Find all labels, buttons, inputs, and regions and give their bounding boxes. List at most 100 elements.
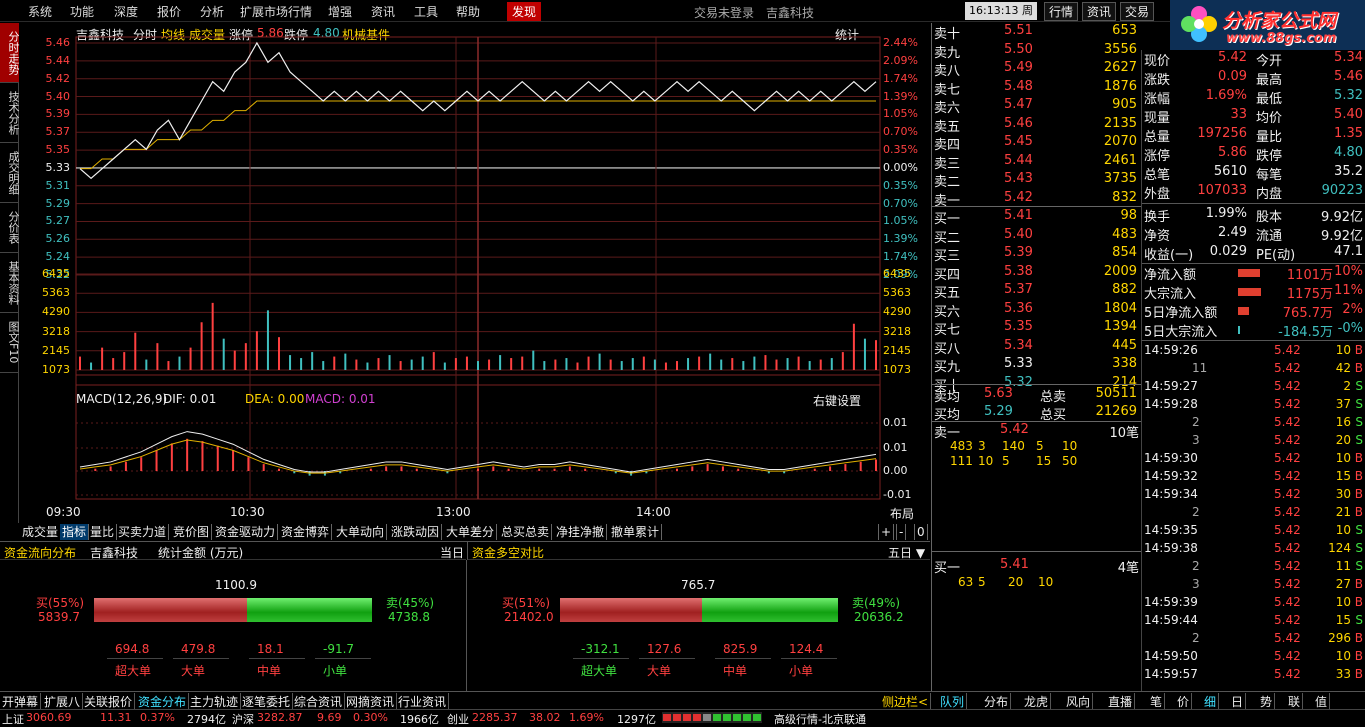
- chart-tab[interactable]: 大单差分: [444, 524, 498, 540]
- bottom-tab[interactable]: 行业资讯: [396, 693, 450, 710]
- menu-analysis[interactable]: 分析: [200, 3, 224, 20]
- bid-price[interactable]: 5.33: [1004, 356, 1033, 371]
- chart-zoom-button[interactable]: +: [878, 524, 895, 540]
- bid-price[interactable]: 5.41: [1004, 208, 1033, 223]
- tab-trade[interactable]: 交易: [1120, 2, 1155, 21]
- menu-quote[interactable]: 报价: [157, 3, 181, 20]
- buy-share-label: 买(51%): [502, 596, 551, 610]
- menu-tools[interactable]: 工具: [414, 3, 438, 20]
- chart-tab[interactable]: 涨跌动因: [389, 524, 443, 540]
- macd-setting[interactable]: 右键设置: [813, 392, 861, 409]
- stat-value: 107033: [1197, 183, 1247, 198]
- chart-tab[interactable]: 量比: [88, 524, 118, 540]
- chart-tab[interactable]: 撤单累计: [609, 524, 663, 540]
- tab-news[interactable]: 资讯: [1082, 2, 1117, 21]
- menu-ext-market[interactable]: 扩展市场行情: [240, 3, 312, 20]
- bid-price[interactable]: 5.40: [1004, 227, 1033, 242]
- chart-tab[interactable]: 大单动向: [334, 524, 388, 540]
- tick-side: B: [1354, 361, 1363, 375]
- nav-technical[interactable]: 技术分析: [0, 83, 20, 143]
- ask-price[interactable]: 5.46: [1004, 116, 1033, 131]
- bid-price[interactable]: 5.34: [1004, 338, 1033, 353]
- tick-list[interactable]: 14:59:26 5.42 10 B 11 5.42 42 B 14:59:27 5.42 2 S 14…: [1141, 340, 1365, 691]
- right-panel-tab[interactable]: 分布: [982, 693, 1012, 710]
- menu-help[interactable]: 帮助: [456, 3, 480, 20]
- nav-f10[interactable]: 图文F10: [0, 313, 20, 373]
- right-panel-tab[interactable]: 队列: [938, 693, 968, 710]
- ask-price[interactable]: 5.48: [1004, 79, 1033, 94]
- right-panel-tab[interactable]: 联: [1286, 693, 1304, 710]
- bottom-tab[interactable]: 开弹幕: [0, 693, 42, 710]
- chart-zoom-button[interactable]: 0: [914, 524, 928, 540]
- bottom-tab[interactable]: 扩展八: [42, 693, 84, 710]
- right-panel-tab[interactable]: 笔: [1148, 693, 1166, 710]
- feed-label: 高级行情-北京联通: [774, 713, 866, 726]
- chart-tab[interactable]: 资金博弈: [279, 524, 333, 540]
- tick-time: 14:59:32: [1144, 469, 1198, 483]
- fund-flow-title[interactable]: 资金流向分布: [4, 544, 76, 561]
- fund-balance-title[interactable]: 资金多空对比: [472, 544, 544, 561]
- bottom-tab[interactable]: 资金分布: [136, 693, 190, 710]
- nav-basic-info[interactable]: 基本资料: [0, 253, 20, 313]
- menu-depth[interactable]: 深度: [114, 3, 138, 20]
- chart-tab[interactable]: 指标: [60, 524, 90, 540]
- flow-percent: 2%: [1342, 302, 1363, 317]
- bottom-tab[interactable]: 关联报价: [82, 693, 136, 710]
- price-axis-label: 5.35: [45, 143, 71, 157]
- right-panel-tab[interactable]: 势: [1258, 693, 1276, 710]
- bottom-tab[interactable]: 网摘资讯: [344, 693, 398, 710]
- layout-button[interactable]: 布局: [890, 505, 914, 522]
- bid-price[interactable]: 5.37: [1004, 282, 1033, 297]
- ask-price[interactable]: 5.51: [1004, 23, 1033, 38]
- fund-balance-period[interactable]: 五日 ▼: [888, 544, 925, 561]
- menu-system[interactable]: 系统: [28, 3, 52, 20]
- intraday-chart-area[interactable]: 吉鑫科技 分时 均线 成交量 涨停 5.86 跌停 4.80 机械基件 统计 5…: [20, 23, 930, 523]
- tick-volume: 37: [1335, 397, 1351, 411]
- bottom-tab[interactable]: 主力轨迹: [188, 693, 242, 710]
- flow-category-underline: [173, 658, 229, 659]
- flow-bar: [1238, 326, 1240, 334]
- right-panel-tab[interactable]: 龙虎: [1022, 693, 1052, 710]
- right-panel-tab[interactable]: 值: [1313, 693, 1331, 710]
- menu-function[interactable]: 功能: [70, 3, 94, 20]
- chart-tab[interactable]: 资金驱动力: [213, 524, 279, 540]
- menu-enhance[interactable]: 增强: [328, 3, 352, 20]
- ask-price[interactable]: 5.42: [1004, 190, 1033, 205]
- ask-price[interactable]: 5.49: [1004, 60, 1033, 75]
- chart-tab[interactable]: 竞价图: [171, 524, 213, 540]
- tick-side: S: [1355, 415, 1363, 429]
- nav-intraday[interactable]: 分时走势: [0, 23, 20, 83]
- right-panel-tab[interactable]: 日: [1229, 693, 1247, 710]
- fund-flow-period[interactable]: 当日: [440, 544, 464, 561]
- price-axis-label: 5.39: [45, 107, 71, 121]
- right-panel-tab[interactable]: 细: [1202, 693, 1220, 710]
- chart-tab[interactable]: 总买总卖: [499, 524, 553, 540]
- ask-price[interactable]: 5.50: [1004, 42, 1033, 57]
- ask-price[interactable]: 5.43: [1004, 171, 1033, 186]
- right-panel-tab[interactable]: 风向: [1064, 693, 1094, 710]
- bid-price[interactable]: 5.36: [1004, 301, 1033, 316]
- breadth-segment: [723, 714, 731, 721]
- breadth-segment: [733, 714, 741, 721]
- menu-info[interactable]: 资讯: [371, 3, 395, 20]
- ask-price[interactable]: 5.44: [1004, 153, 1033, 168]
- chart-tab[interactable]: 净挂净撤: [554, 524, 608, 540]
- chart-tab[interactable]: 买卖力道: [116, 524, 170, 540]
- bid-price[interactable]: 5.39: [1004, 245, 1033, 260]
- right-panel-tab[interactable]: 直播: [1106, 693, 1136, 710]
- chart-tab[interactable]: 成交量: [20, 524, 62, 540]
- bid-price[interactable]: 5.35: [1004, 319, 1033, 334]
- nav-trade-detail[interactable]: 成交明细: [0, 143, 20, 203]
- right-panel-tab[interactable]: 价: [1175, 693, 1193, 710]
- ask-price[interactable]: 5.47: [1004, 97, 1033, 112]
- sidebar-toggle[interactable]: 侧边栏<: [880, 693, 932, 710]
- nav-price-table[interactable]: 分价表: [0, 203, 20, 253]
- bid-price[interactable]: 5.38: [1004, 264, 1033, 279]
- bottom-tab[interactable]: 逐笔委托: [240, 693, 294, 710]
- chart-zoom-button[interactable]: -: [896, 524, 907, 540]
- bottom-tab[interactable]: 综合资讯: [292, 693, 346, 710]
- menu-discover[interactable]: 发现: [507, 2, 542, 21]
- ask-price[interactable]: 5.45: [1004, 134, 1033, 149]
- tab-quotes[interactable]: 行情: [1044, 2, 1079, 21]
- tick-time: 14:59:28: [1144, 397, 1198, 411]
